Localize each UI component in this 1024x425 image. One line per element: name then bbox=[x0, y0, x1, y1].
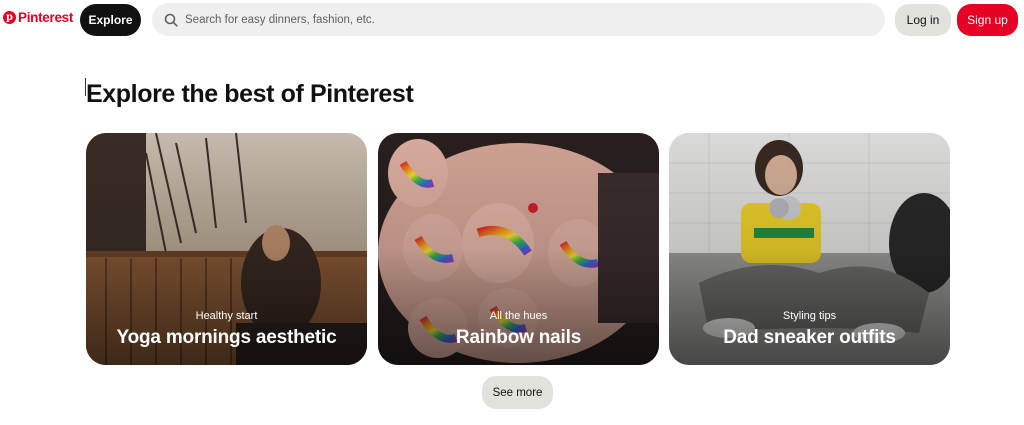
search-icon bbox=[164, 13, 178, 27]
card-title: Dad sneaker outfits bbox=[723, 327, 896, 348]
signup-button[interactable]: Sign up bbox=[957, 4, 1018, 36]
card-subtitle: Healthy start bbox=[195, 310, 258, 322]
card-title: Rainbow nails bbox=[455, 327, 582, 348]
card-title: Yoga mornings aesthetic bbox=[116, 327, 337, 348]
card-rainbow-nails[interactable]: All the hues Rainbow nails bbox=[378, 133, 659, 365]
top-nav: p Pinterest Explore Log in Sign up bbox=[0, 0, 1024, 40]
logo-text: Pinterest bbox=[18, 10, 74, 25]
card-dad-sneaker-outfits[interactable]: Styling tips Dad sneaker outfits bbox=[669, 133, 950, 365]
card-yoga-mornings[interactable]: Healthy start Yoga mornings aesthetic bbox=[86, 133, 367, 365]
login-button[interactable]: Log in bbox=[895, 4, 951, 36]
see-more-button[interactable]: See more bbox=[482, 376, 553, 409]
card-subtitle: All the hues bbox=[489, 310, 548, 322]
card-subtitle: Styling tips bbox=[782, 310, 837, 322]
page-title: Explore the best of Pinterest bbox=[86, 80, 414, 108]
explore-button[interactable]: Explore bbox=[80, 4, 141, 36]
search-input[interactable] bbox=[185, 13, 865, 26]
search-bar[interactable] bbox=[152, 3, 885, 36]
pinterest-logo-icon: p bbox=[3, 11, 16, 24]
pinterest-logo[interactable]: p Pinterest bbox=[3, 10, 73, 25]
